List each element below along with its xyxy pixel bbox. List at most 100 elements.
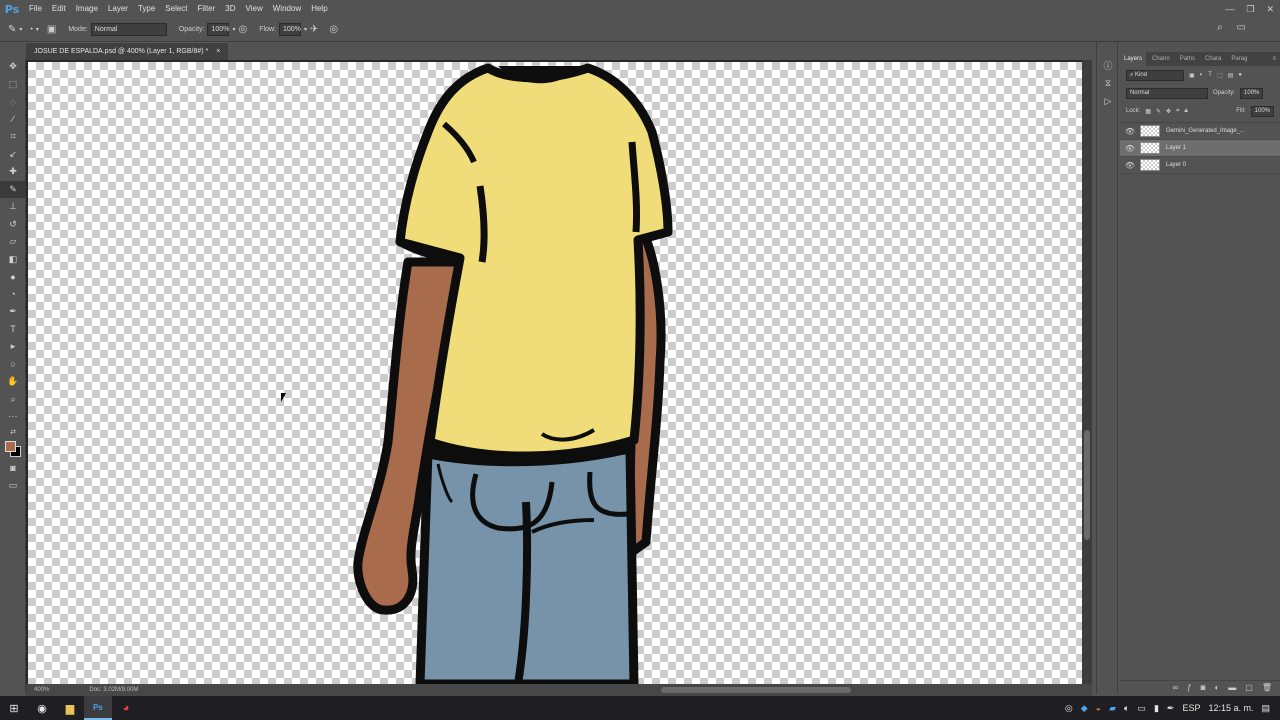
quick-select-tool-icon[interactable]: ⁄ [0, 111, 26, 129]
filter-adjustment-icon[interactable]: ◐ [1200, 72, 1204, 78]
filter-shape-icon[interactable]: ⬚ [1217, 72, 1223, 79]
flow-field[interactable]: 100% [278, 23, 301, 36]
eraser-tool-icon[interactable]: ▱ [0, 233, 26, 251]
tab-paragraph[interactable]: Parag [1227, 52, 1251, 66]
eye-icon[interactable]: 👁︎ [1120, 127, 1140, 136]
minimize-button[interactable]: — [1225, 4, 1234, 14]
layer-opacity-field[interactable]: 100% [1240, 87, 1264, 99]
document-tab[interactable]: JOSUE DE ESPALDA.psd @ 400% (Layer 1, RG… [26, 42, 229, 60]
workspace-icon[interactable]: ▭ [1237, 22, 1246, 33]
screen-mode-icon[interactable]: ▭ [0, 477, 26, 495]
pressure-opacity-icon[interactable]: ◎ [239, 24, 248, 35]
tray-app-icon[interactable]: ▰ [1109, 703, 1116, 714]
filter-smart-object-icon[interactable]: ▤ [1228, 72, 1234, 79]
pen-icon[interactable]: ✒ [1167, 703, 1175, 714]
stamp-tool-icon[interactable]: ⊥ [0, 198, 26, 216]
panel-menu-icon[interactable]: ≡ [1272, 56, 1280, 62]
menu-file[interactable]: File [24, 0, 47, 18]
eye-icon[interactable]: 👁︎ [1120, 161, 1140, 170]
tab-paths[interactable]: Paths [1176, 52, 1199, 66]
menu-3d[interactable]: 3D [220, 0, 240, 18]
menu-filter[interactable]: Filter [193, 0, 221, 18]
language-indicator[interactable]: ESP [1182, 703, 1200, 713]
close-tab-icon[interactable]: × [216, 48, 220, 55]
info-icon[interactable]: ⓘ [1097, 56, 1119, 74]
new-layer-icon[interactable]: ▢ [1245, 683, 1253, 692]
healing-tool-icon[interactable]: ✚ [0, 163, 26, 181]
menu-image[interactable]: Image [71, 0, 103, 18]
layer-row[interactable]: 👁︎ Gemini_Generated_Image_... [1120, 123, 1280, 140]
document-size-readout[interactable]: Doc: 3.02M/9.00M [89, 687, 138, 693]
menu-edit[interactable]: Edit [47, 0, 71, 18]
lock-pixels-icon[interactable]: ✎ [1156, 108, 1161, 115]
brush-size-picker[interactable]: • ▾ [30, 26, 38, 33]
filter-toggle-icon[interactable]: ● [1238, 72, 1242, 78]
more-tools-icon[interactable]: ⋯ [0, 408, 26, 426]
type-tool-icon[interactable]: T [0, 321, 26, 339]
horizontal-scroll-thumb[interactable] [661, 687, 851, 693]
marquee-tool-icon[interactable]: ⬚ [0, 76, 26, 94]
zoom-readout[interactable]: 400% [34, 687, 49, 693]
opacity-field[interactable]: 100% [207, 23, 230, 36]
move-tool-icon[interactable]: ✥ [0, 58, 26, 76]
chevron-down-icon[interactable]: ▾ [232, 26, 235, 33]
lock-position-icon[interactable]: ✥ [1166, 108, 1171, 115]
tab-layers[interactable]: Layers [1120, 52, 1147, 66]
file-explorer-icon[interactable]: ▆ [56, 696, 84, 720]
tray-app-icon[interactable]: ◎ [1065, 703, 1073, 714]
new-group-icon[interactable]: ▬ [1228, 683, 1236, 692]
menu-layer[interactable]: Layer [103, 0, 133, 18]
eye-icon[interactable]: 👁︎ [1120, 144, 1140, 153]
layer-row[interactable]: 👁︎ Layer 1 [1120, 140, 1280, 157]
zoom-tool-icon[interactable]: ⌕ [0, 391, 26, 409]
vertical-scroll-thumb[interactable] [1084, 430, 1090, 540]
filter-pixel-icon[interactable]: ▣ [1189, 72, 1195, 79]
tray-app-icon[interactable]: ◆ [1081, 703, 1088, 714]
lock-artboard-icon[interactable]: ⌗ [1176, 108, 1179, 115]
actions-icon[interactable]: ▷ [1097, 92, 1119, 110]
mode-select[interactable]: Normal [90, 23, 167, 36]
photoshop-taskbar-icon[interactable]: Ps [84, 696, 112, 720]
close-button[interactable]: ✕ [1266, 4, 1274, 15]
speaker-icon[interactable]: 🔈︎ [1124, 703, 1129, 714]
eyedropper-tool-icon[interactable]: ↙ [0, 146, 26, 164]
adjustment-layer-icon[interactable]: ◐ [1214, 683, 1219, 692]
layer-style-icon[interactable]: ƒ [1187, 683, 1191, 692]
menu-window[interactable]: Window [268, 0, 306, 18]
blend-mode-select[interactable]: Normal [1126, 87, 1208, 99]
menu-view[interactable]: View [241, 0, 268, 18]
vertical-scrollbar[interactable] [1082, 60, 1092, 684]
clock[interactable]: 12:15 a. m. [1208, 703, 1253, 713]
chrome-icon[interactable]: ◕ [112, 696, 140, 720]
chevron-down-icon[interactable]: ▾ [304, 26, 307, 33]
document-canvas[interactable] [28, 62, 1082, 684]
gradient-tool-icon[interactable]: ◧ [0, 251, 26, 269]
brush-panel-toggle[interactable]: ▣ [47, 24, 56, 35]
lasso-tool-icon[interactable]: ◌ [0, 93, 26, 111]
shape-tool-icon[interactable]: ○ [0, 356, 26, 374]
kind-filter-select[interactable]: ⌕ Kind [1126, 69, 1184, 81]
battery-icon[interactable]: ▮ [1154, 703, 1159, 714]
delete-layer-icon[interactable]: 🗑︎ [1262, 683, 1272, 692]
blur-tool-icon[interactable]: ● [0, 268, 26, 286]
pressure-size-icon[interactable]: ◎ [329, 24, 338, 35]
lock-transparency-icon[interactable]: ▦ [1145, 108, 1151, 115]
tab-character[interactable]: Chara [1201, 52, 1225, 66]
tool-preset[interactable]: ✎ ▾ [8, 24, 22, 35]
layer-row[interactable]: 👁︎ Layer 0 [1120, 157, 1280, 174]
add-mask-icon[interactable]: ◙ [1201, 683, 1206, 692]
tab-channels[interactable]: Chann [1148, 52, 1174, 66]
start-button[interactable]: ⊞ [0, 696, 28, 720]
notifications-icon[interactable]: ▤ [1261, 703, 1270, 714]
tray-app-icon[interactable]: ◒ [1096, 703, 1101, 713]
brush-tool-icon[interactable]: ✎ [0, 180, 26, 198]
lock-all-icon[interactable]: 🔒︎ [1184, 108, 1187, 115]
path-select-tool-icon[interactable]: ▸ [0, 338, 26, 356]
history-icon[interactable]: ⧖ [1097, 74, 1119, 92]
pen-tool-icon[interactable]: ✒ [0, 303, 26, 321]
foreground-color-swatch[interactable] [5, 440, 16, 452]
menu-select[interactable]: Select [160, 0, 192, 18]
swap-colors-icon[interactable]: ⇄ [0, 426, 26, 438]
filter-type-icon[interactable]: T [1208, 72, 1212, 78]
link-layers-icon[interactable]: ∞ [1172, 683, 1178, 692]
